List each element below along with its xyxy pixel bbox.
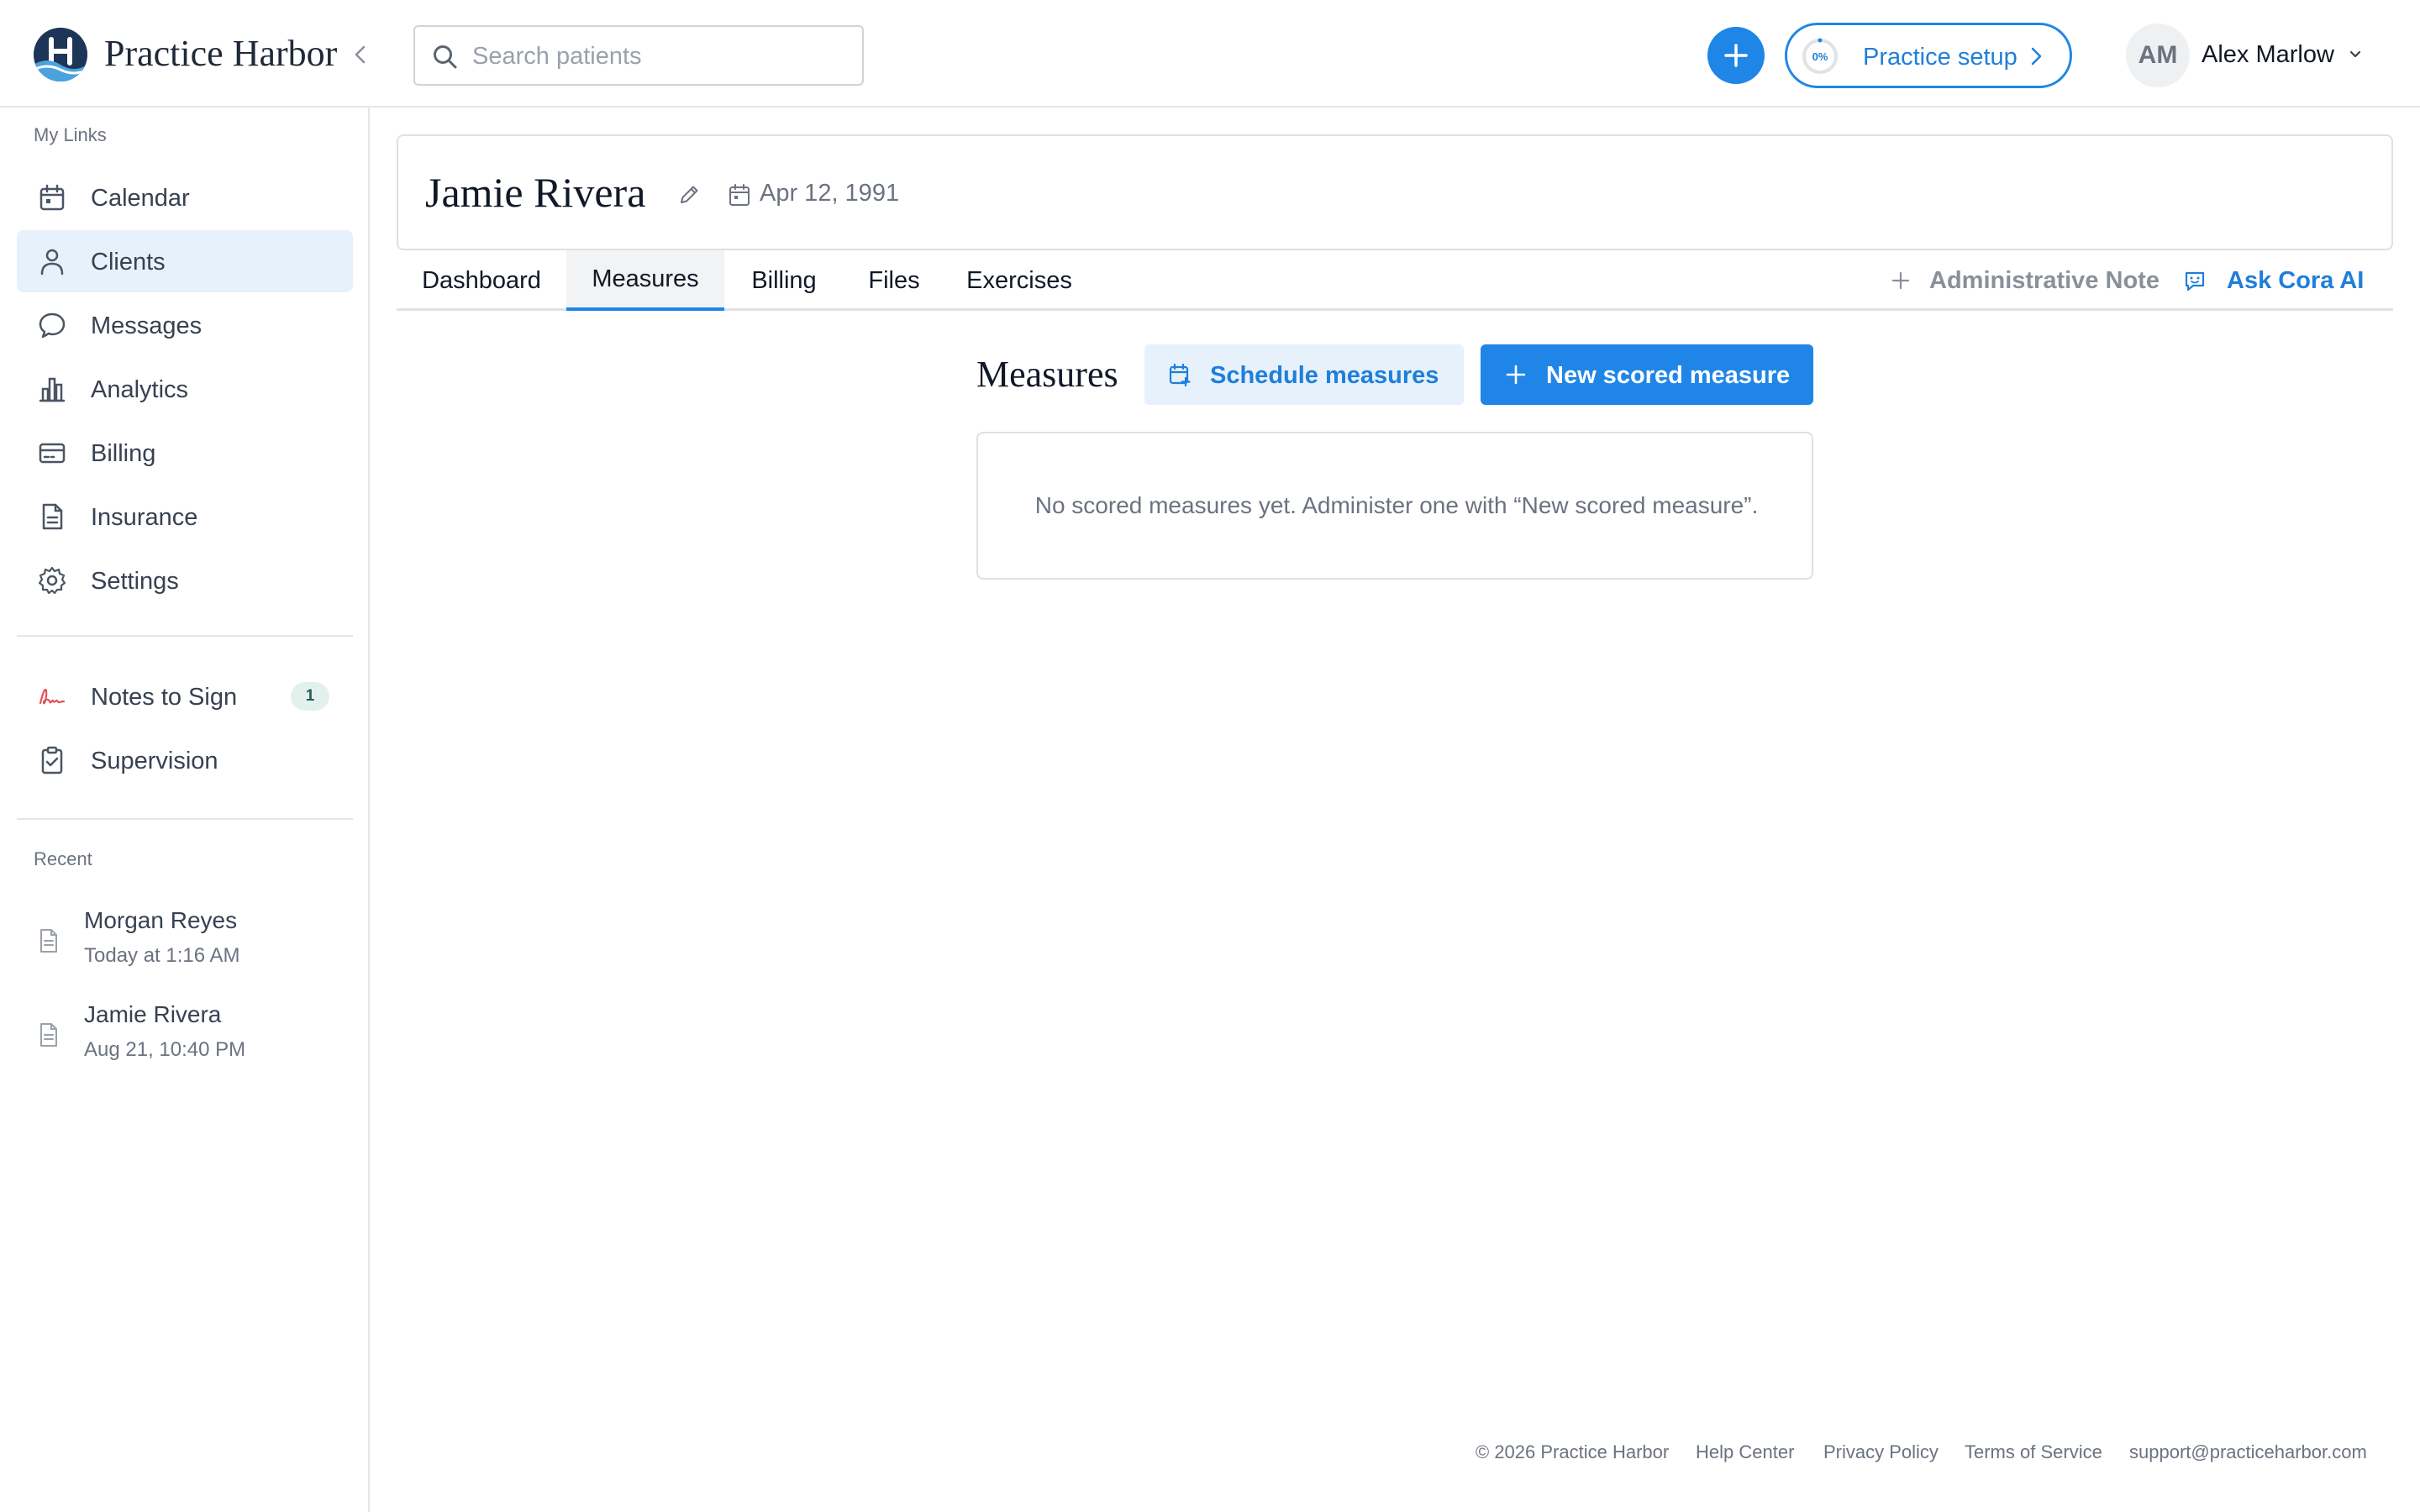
sidebar-item-calendar[interactable]: Calendar bbox=[17, 166, 353, 228]
document-icon bbox=[42, 503, 63, 530]
recent-item-morgan-reyes[interactable]: Morgan Reyes Today at 1:16 AM bbox=[17, 904, 353, 988]
recent-item-name: Jamie Rivera bbox=[84, 1001, 222, 1027]
chevron-down-icon bbox=[2349, 50, 2361, 58]
sidebar-item-analytics[interactable]: Analytics bbox=[17, 358, 353, 420]
progress-ring-icon: 0% bbox=[1802, 38, 1838, 74]
sidebar-item-notes-to-sign[interactable]: Notes to Sign 1 bbox=[17, 665, 353, 727]
app-root: Practice Harbor 0% Practice set bbox=[0, 0, 2420, 1512]
patient-header-card: Jamie Rivera Apr 12, 1991 bbox=[397, 134, 2393, 250]
tab-files[interactable]: Files bbox=[844, 250, 944, 311]
sidebar-item-label: Billing bbox=[91, 440, 156, 467]
sidebar: My Links Calendar Clients Messages Analy… bbox=[0, 108, 370, 1512]
support-email-link[interactable]: support@practiceharbor.com bbox=[2129, 1441, 2367, 1463]
pencil-icon bbox=[681, 186, 698, 203]
tab-dashboard[interactable]: Dashboard bbox=[397, 250, 566, 311]
copyright: © 2026 Practice Harbor bbox=[1476, 1441, 1670, 1462]
my-links-heading: My Links bbox=[34, 124, 107, 145]
recent-item-name: Morgan Reyes bbox=[84, 907, 238, 933]
new-scored-measure-button[interactable]: New scored measure bbox=[1481, 344, 1813, 405]
recent-heading: Recent bbox=[34, 848, 92, 869]
sidebar-item-supervision[interactable]: Supervision bbox=[17, 729, 353, 791]
chevron-right-icon bbox=[2031, 47, 2042, 66]
sidebar-item-label: Notes to Sign bbox=[91, 684, 238, 711]
sidebar-item-label: Analytics bbox=[91, 376, 189, 403]
terms-of-service-link[interactable]: Terms of Service bbox=[1965, 1441, 2102, 1463]
administrative-note-label: Administrative Note bbox=[1929, 267, 2160, 294]
collapse-sidebar-button[interactable] bbox=[348, 42, 373, 67]
document-icon bbox=[40, 929, 57, 953]
sidebar-divider bbox=[17, 635, 353, 637]
setup-label: Practice setup bbox=[1863, 44, 2018, 71]
sidebar-item-clients[interactable]: Clients bbox=[17, 230, 353, 292]
date-of-birth: Apr 12, 1991 bbox=[760, 180, 900, 207]
sidebar-item-label: Calendar bbox=[91, 185, 190, 212]
practice-setup-button[interactable]: 0% Practice setup bbox=[1785, 23, 2072, 88]
user-menu-toggle[interactable] bbox=[2346, 47, 2365, 62]
count-badge: 1 bbox=[291, 682, 329, 711]
ask-ai-label: Ask Cora AI bbox=[2227, 267, 2365, 294]
schedule-measures-button[interactable]: Schedule measures bbox=[1144, 344, 1464, 405]
footer: © 2026 Practice Harbor Help Center Priva… bbox=[1470, 1441, 2395, 1467]
tab-billing[interactable]: Billing bbox=[724, 250, 844, 311]
calendar-add-icon bbox=[1169, 363, 1191, 386]
person-icon bbox=[40, 249, 64, 276]
recent-item-jamie-rivera[interactable]: Jamie Rivera Aug 21, 10:40 PM bbox=[17, 998, 353, 1082]
card-icon bbox=[39, 443, 66, 464]
sidebar-item-insurance[interactable]: Insurance bbox=[17, 486, 353, 548]
new-scored-measure-label: New scored measure bbox=[1546, 362, 1791, 389]
recent-item-time: Today at 1:16 AM bbox=[84, 944, 240, 967]
plus-icon bbox=[1724, 44, 1748, 67]
edit-patient-button[interactable] bbox=[677, 183, 701, 207]
sidebar-item-label: Insurance bbox=[91, 504, 198, 531]
top-bar: Practice Harbor 0% Practice set bbox=[0, 0, 2420, 108]
chevron-left-icon bbox=[355, 45, 366, 64]
brand-name: Practice Harbor bbox=[104, 33, 338, 74]
patient-name: Jamie Rivera bbox=[425, 169, 646, 216]
sidebar-item-messages[interactable]: Messages bbox=[17, 294, 353, 356]
setup-progress: 0% bbox=[1812, 50, 1828, 63]
empty-state-card: No scored measures yet. Administer one w… bbox=[976, 432, 1813, 580]
chat-bubble-icon bbox=[39, 312, 66, 339]
schedule-measures-label: Schedule measures bbox=[1210, 362, 1439, 389]
sidebar-item-label: Supervision bbox=[91, 748, 218, 774]
search-icon bbox=[434, 45, 457, 69]
sidebar-item-label: Clients bbox=[91, 249, 166, 276]
user-name[interactable]: Alex Marlow bbox=[2202, 41, 2334, 69]
help-center-link[interactable]: Help Center bbox=[1696, 1441, 1794, 1463]
sidebar-divider bbox=[17, 818, 353, 820]
document-icon bbox=[40, 1023, 57, 1047]
sidebar-item-label: Messages bbox=[91, 312, 203, 339]
sidebar-item-billing[interactable]: Billing bbox=[17, 422, 353, 484]
gear-icon bbox=[38, 566, 66, 595]
ai-chat-icon bbox=[2185, 271, 2205, 291]
clipboard-check-icon bbox=[41, 746, 63, 774]
calendar-icon bbox=[729, 184, 750, 206]
bar-chart-icon bbox=[39, 377, 66, 402]
search-box[interactable] bbox=[413, 25, 864, 86]
recent-item-time: Aug 21, 10:40 PM bbox=[84, 1038, 246, 1061]
quick-add-button[interactable] bbox=[1707, 27, 1765, 84]
sidebar-item-label: Settings bbox=[91, 568, 179, 595]
search-input[interactable] bbox=[472, 37, 850, 76]
privacy-policy-link[interactable]: Privacy Policy bbox=[1823, 1441, 1939, 1463]
sidebar-item-settings[interactable]: Settings bbox=[17, 549, 353, 612]
calendar-icon bbox=[39, 184, 65, 211]
signature-icon bbox=[39, 688, 66, 705]
tab-measures[interactable]: Measures bbox=[566, 250, 724, 311]
tab-exercises[interactable]: Exercises bbox=[944, 250, 1094, 311]
section-title: Measures bbox=[976, 354, 1118, 395]
empty-state-text: No scored measures yet. Administer one w… bbox=[1034, 492, 1759, 518]
plus-icon bbox=[1506, 365, 1526, 385]
avatar[interactable]: AM bbox=[2126, 24, 2190, 87]
logo-icon bbox=[34, 28, 87, 81]
plus-icon bbox=[1891, 271, 1910, 290]
tab-bar: Dashboard Measures Billing Files Exercis… bbox=[397, 250, 2393, 311]
